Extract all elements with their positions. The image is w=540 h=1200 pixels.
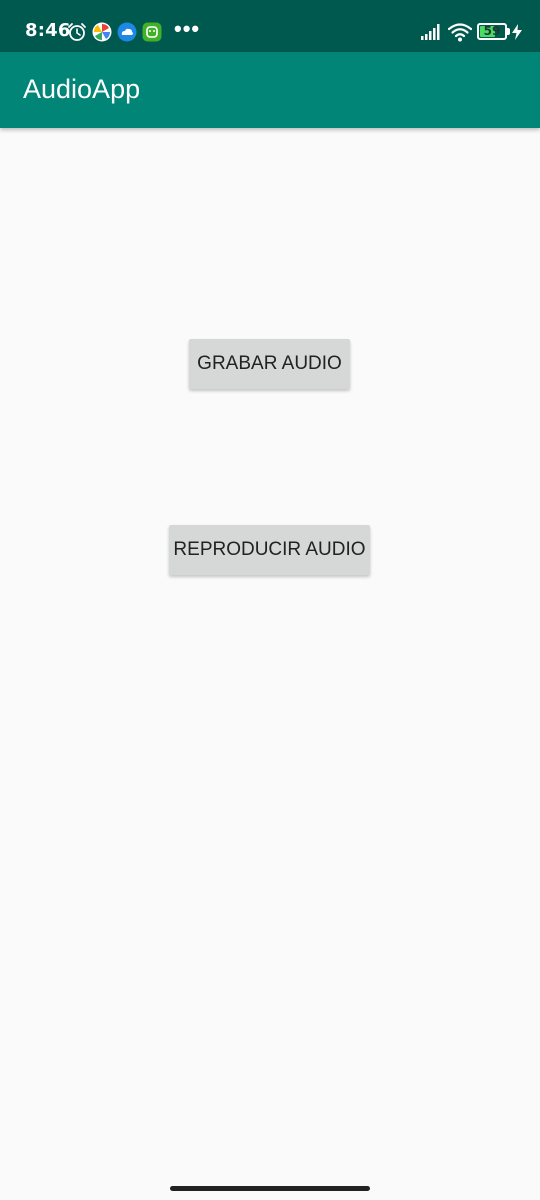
app-bar: AudioApp <box>0 52 540 128</box>
record-audio-button[interactable]: GRABAR AUDIO <box>189 339 350 389</box>
battery-tip <box>507 28 510 35</box>
wifi-icon <box>448 23 472 42</box>
play-audio-button[interactable]: REPRODUCIR AUDIO <box>169 525 370 575</box>
battery-level: 59 <box>483 24 501 38</box>
pinwheel-icon <box>92 22 112 42</box>
app-title: AudioApp <box>23 74 141 104</box>
android-icon <box>142 22 162 42</box>
cloud-icon <box>117 22 137 42</box>
status-bar: 8:46 ••• 59 <box>0 0 540 52</box>
battery-icon: 59 <box>477 23 507 40</box>
alarm-icon <box>68 23 86 41</box>
home-indicator[interactable] <box>170 1186 370 1191</box>
status-time: 8:46 <box>25 20 71 41</box>
charging-bolt-icon <box>512 24 522 40</box>
more-notifications-icon: ••• <box>174 16 201 41</box>
signal-icon <box>421 24 440 40</box>
